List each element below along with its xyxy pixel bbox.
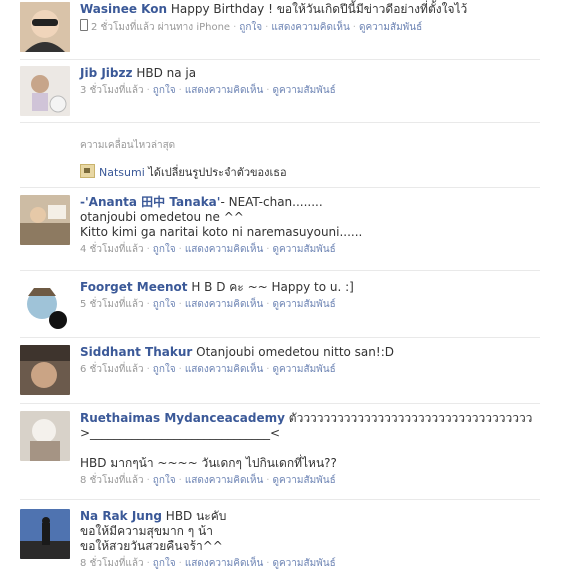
post-message: H B D คะ ~~ Happy to u. :] xyxy=(191,280,354,294)
comment-link[interactable]: แสดงความคิดเห็น xyxy=(185,244,263,255)
feed-post: Wasinee Kon Happy Birthday ! ขอให้วันเกิ… xyxy=(20,0,540,60)
post-meta: 4 ชั่วโมงที่แล้ว · ถูกใจ · แสดงความคิดเห็น · ด… xyxy=(80,244,336,255)
see-relationship-link[interactable]: ดูความสัมพันธ์ xyxy=(272,299,335,310)
author-name[interactable]: Ruethaimas Mydanceacademy xyxy=(80,411,285,425)
like-link[interactable]: ถูกใจ xyxy=(153,475,176,486)
like-link[interactable]: ถูกใจ xyxy=(153,364,176,375)
avatar-photo-icon xyxy=(20,195,70,245)
avatar-photo-icon xyxy=(20,411,70,461)
post-meta: 8 ชั่วโมงที่แล้ว · ถูกใจ · แสดงความคิดเห็น · ด… xyxy=(80,475,336,486)
see-relationship-link[interactable]: ดูความสัมพันธ์ xyxy=(272,475,335,486)
comment-link[interactable]: แสดงความคิดเห็น xyxy=(185,299,263,310)
avatar[interactable] xyxy=(20,345,70,395)
post-time: 2 ชั่วโมงที่แล้ว ผ่านทาง iPhone xyxy=(91,22,231,33)
see-relationship-link[interactable]: ดูความสัมพันธ์ xyxy=(359,22,422,33)
recent-text: ได้เปลี่ยนรูปประจำตัวของเธอ xyxy=(148,166,287,179)
comment-link[interactable]: แสดงความคิดเห็น xyxy=(185,475,263,486)
recent-activity-item: Natsumi ได้เปลี่ยนรูปประจำตัวของเธอ xyxy=(80,163,540,181)
post-message: ตัววววววววววววววววววววววววววววววววววว xyxy=(288,411,533,425)
post-meta: 2 ชั่วโมงที่แล้ว ผ่านทาง iPhone · ถูกใจ · แส… xyxy=(80,19,540,35)
post-message-line: ขอให้สวยวันสวยคืนจร้า^^ xyxy=(80,539,223,553)
recent-author[interactable]: Natsumi xyxy=(99,166,145,179)
avatar-photo-icon xyxy=(20,2,70,52)
post-meta: 3 ชั่วโมงที่แล้ว · ถูกใจ · แสดงความคิดเห็น · ด… xyxy=(80,85,336,96)
post-meta: 6 ชั่วโมงที่แล้ว · ถูกใจ · แสดงความคิดเห็น · ด… xyxy=(80,364,336,375)
post-meta: 5 ชั่วโมงที่แล้ว · ถูกใจ · แสดงความคิดเห็น · ด… xyxy=(80,299,336,310)
feed-post: Na Rak Jung HBD นะคับ ขอให้มีความสุขมาก … xyxy=(20,500,540,580)
author-name[interactable]: Na Rak Jung xyxy=(80,509,162,523)
feed-post: -'Ananta 田中 Tanaka'- NEAT-chan........ o… xyxy=(20,188,540,271)
author-name[interactable]: Siddhant Thakur xyxy=(80,345,192,359)
like-link[interactable]: ถูกใจ xyxy=(153,558,176,569)
like-link[interactable]: ถูกใจ xyxy=(153,85,176,96)
post-time: 8 ชั่วโมงที่แล้ว xyxy=(80,475,144,486)
avatar[interactable] xyxy=(20,280,70,330)
see-relationship-link[interactable]: ดูความสัมพันธ์ xyxy=(272,364,335,375)
phone-icon xyxy=(80,19,88,31)
avatar-photo-icon xyxy=(20,280,70,330)
post-time: 3 ชั่วโมงที่แล้ว xyxy=(80,85,144,96)
post-message: Otanjoubi omedetou nitto san!:D xyxy=(196,345,394,359)
post-message: HBD na ja xyxy=(136,66,197,80)
recent-activity-title: ความเคลื่อนไหวล่าสุด xyxy=(80,140,176,151)
see-relationship-link[interactable]: ดูความสัมพันธ์ xyxy=(272,244,335,255)
avatar-photo-icon xyxy=(20,509,70,559)
comment-link[interactable]: แสดงความคิดเห็น xyxy=(185,364,263,375)
like-link[interactable]: ถูกใจ xyxy=(153,244,176,255)
post-message: Happy Birthday ! ขอให้วันเกิดปีนี้มีข่าว… xyxy=(170,2,468,16)
post-message-line: >______________________________< xyxy=(80,426,281,440)
like-link[interactable]: ถูกใจ xyxy=(239,22,262,33)
avatar-photo-icon xyxy=(20,345,70,395)
feed-post: Foorget Meenot H B D คะ ~~ Happy to u. :… xyxy=(20,271,540,338)
comment-link[interactable]: แสดงความคิดเห็น xyxy=(185,558,263,569)
post-time: 8 ชั่วโมงที่แล้ว xyxy=(80,558,144,569)
avatar[interactable] xyxy=(20,509,70,559)
avatar[interactable] xyxy=(20,195,70,245)
author-name[interactable]: Jib Jibzz xyxy=(80,66,132,80)
photo-icon xyxy=(80,164,95,178)
author-name[interactable]: -'Ananta 田中 Tanaka' xyxy=(80,195,220,209)
avatar-photo-icon xyxy=(20,66,70,116)
post-message: - NEAT-chan........ xyxy=(220,195,323,209)
see-relationship-link[interactable]: ดูความสัมพันธ์ xyxy=(272,85,335,96)
author-name[interactable]: Foorget Meenot xyxy=(80,280,188,294)
post-message-line: Kitto kimi ga naritai koto ni naremasuyo… xyxy=(80,225,363,239)
post-time: 5 ชั่วโมงที่แล้ว xyxy=(80,299,144,310)
feed-post: Jib Jibzz HBD na ja 3 ชั่วโมงที่แล้ว · ถูก… xyxy=(20,60,540,123)
feed-post: Ruethaimas Mydanceacademy ตัวววววววววววว… xyxy=(20,404,540,500)
comment-link[interactable]: แสดงความคิดเห็น xyxy=(271,22,349,33)
news-feed: Wasinee Kon Happy Birthday ! ขอให้วันเกิ… xyxy=(0,0,567,580)
like-link[interactable]: ถูกใจ xyxy=(153,299,176,310)
post-meta: 8 ชั่วโมงที่แล้ว · ถูกใจ · แสดงความคิดเห็น · ด… xyxy=(80,558,336,569)
comment-link[interactable]: แสดงความคิดเห็น xyxy=(185,85,263,96)
post-message: HBD นะคับ xyxy=(165,509,227,523)
post-message-line: HBD มากๆน้า ~~~~ วันเดกๆ ไปกินเดกที่ไหน?… xyxy=(80,456,337,470)
post-time: 4 ชั่วโมงที่แล้ว xyxy=(80,244,144,255)
author-name[interactable]: Wasinee Kon xyxy=(80,2,167,16)
post-time: 6 ชั่วโมงที่แล้ว xyxy=(80,364,144,375)
avatar[interactable] xyxy=(20,66,70,116)
recent-activity: ความเคลื่อนไหวล่าสุด Natsumi ได้เปลี่ยนร… xyxy=(20,123,540,188)
post-message-line: otanjoubi omedetou ne ^^ xyxy=(80,210,244,224)
avatar[interactable] xyxy=(20,411,70,461)
see-relationship-link[interactable]: ดูความสัมพันธ์ xyxy=(272,558,335,569)
feed-post: Siddhant Thakur Otanjoubi omedetou nitto… xyxy=(20,338,540,404)
avatar[interactable] xyxy=(20,2,70,52)
post-message-line: ขอให้มีความสุขมาก ๆ น้า xyxy=(80,524,213,538)
